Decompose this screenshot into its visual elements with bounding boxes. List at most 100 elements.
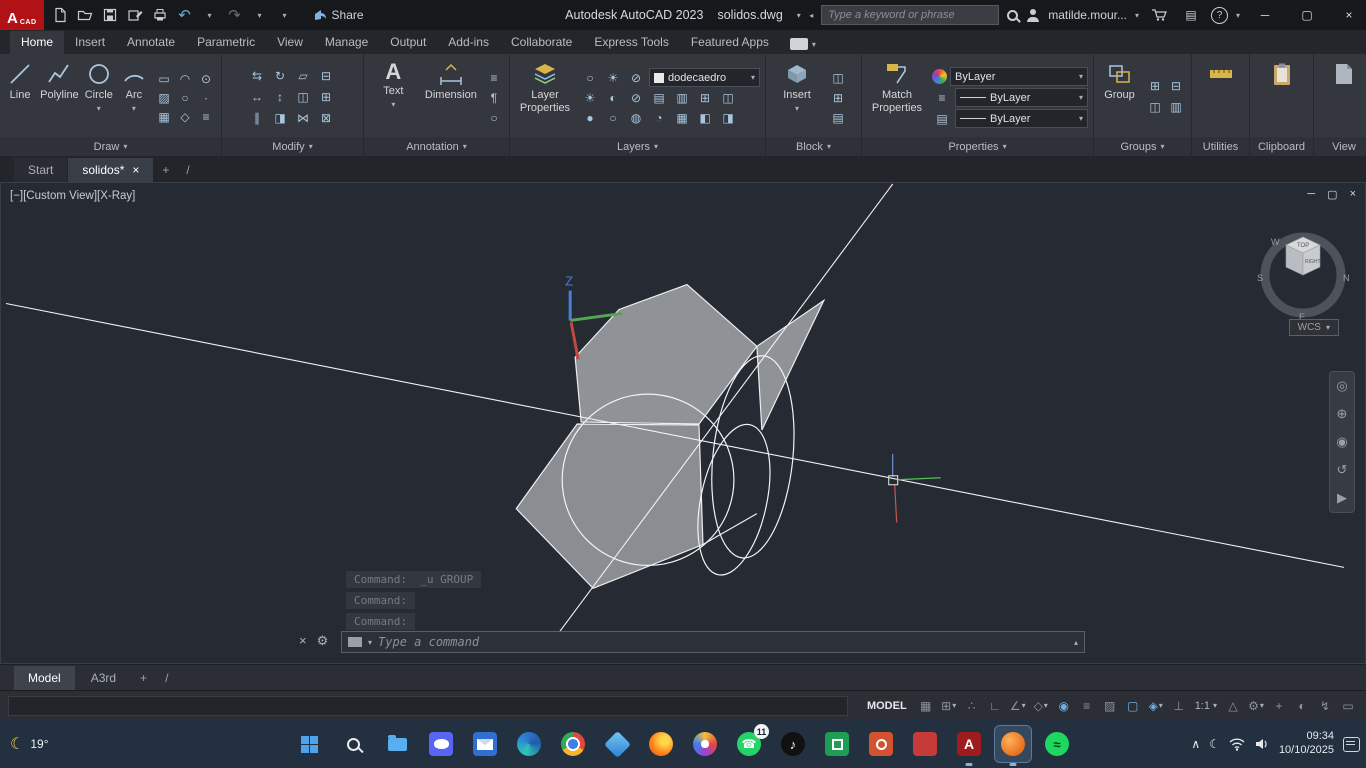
- block-edit-icon[interactable]: ◫: [828, 69, 848, 87]
- taskbar-search-button[interactable]: [335, 726, 371, 762]
- showmotion-icon[interactable]: ▶: [1337, 490, 1347, 506]
- layer-tool-icon[interactable]: ⊘: [626, 89, 646, 107]
- viewport-controls-label[interactable]: [−][Custom View][X-Ray]: [10, 190, 135, 202]
- wcs-dropdown[interactable]: WCS ▾: [1289, 319, 1339, 336]
- new-file-button[interactable]: [48, 3, 72, 27]
- tab-addins[interactable]: Add-ins: [437, 31, 500, 54]
- array-tool-icon[interactable]: ⋈: [293, 109, 313, 127]
- ortho-toggle-icon[interactable]: ∟: [985, 696, 1005, 716]
- layer-tool-icon[interactable]: ○: [603, 109, 623, 127]
- ellipse-arc-tool-icon[interactable]: ◠: [175, 70, 195, 88]
- file-tab-start[interactable]: Start: [14, 158, 67, 182]
- undo-dropdown-icon[interactable]: ▾: [198, 3, 222, 27]
- app-orange-button[interactable]: [863, 726, 899, 762]
- modify-panel-label[interactable]: Modify ▾: [222, 137, 363, 156]
- group-manager-icon[interactable]: ▥: [1166, 98, 1186, 116]
- tab-parametric[interactable]: Parametric: [186, 31, 266, 54]
- minimize-button[interactable]: ─: [1248, 0, 1282, 30]
- focus-assist-icon[interactable]: ☾: [1209, 737, 1220, 751]
- copy-tool-icon[interactable]: ↔: [247, 88, 267, 106]
- text-button[interactable]: A Text ▾: [369, 58, 418, 137]
- file-tab-overflow-icon[interactable]: /: [178, 158, 197, 182]
- dimension-button[interactable]: Dimension: [423, 58, 479, 137]
- offset-tool-icon[interactable]: ⊠: [316, 109, 336, 127]
- wrench-icon[interactable]: ⚙: [317, 633, 329, 649]
- layer-tool-icon[interactable]: ●: [580, 109, 600, 127]
- edge-button[interactable]: [511, 726, 547, 762]
- ungroup-icon[interactable]: ⊞: [1145, 77, 1165, 95]
- viewport-close-icon[interactable]: ×: [1350, 188, 1356, 201]
- lineweight-display-icon[interactable]: ≡: [1077, 696, 1097, 716]
- viewport-minimize-icon[interactable]: ─: [1307, 188, 1315, 201]
- redo-button[interactable]: ↷: [223, 3, 247, 27]
- tab-model[interactable]: Model: [14, 666, 75, 690]
- layers-panel-label[interactable]: Layers ▾: [510, 137, 765, 156]
- layer-lock-icon[interactable]: ⊘: [626, 69, 646, 87]
- isodraft-icon[interactable]: ◇▾: [1031, 696, 1051, 716]
- layer-tool-icon[interactable]: ⊞: [695, 89, 715, 107]
- arc-button[interactable]: Arc ▾: [119, 58, 149, 137]
- infer-constraints-icon[interactable]: ∴: [962, 696, 982, 716]
- tab-express-tools[interactable]: Express Tools: [583, 31, 679, 54]
- object-snap-icon[interactable]: ◉: [1054, 696, 1074, 716]
- group-edit-icon[interactable]: ⊟: [1166, 77, 1186, 95]
- layer-tool-icon[interactable]: ▥: [672, 89, 692, 107]
- viewport-restore-icon[interactable]: ▢: [1327, 188, 1337, 201]
- open-file-button[interactable]: [73, 3, 97, 27]
- zoom-icon[interactable]: ◉: [1336, 434, 1347, 450]
- qat-customize-icon[interactable]: ▾: [273, 3, 297, 27]
- tab-insert[interactable]: Insert: [64, 31, 116, 54]
- utilities-panel-label[interactable]: Utilities: [1192, 137, 1249, 156]
- tab-featured-apps[interactable]: Featured Apps: [680, 31, 780, 54]
- block-create-icon[interactable]: ⊞: [828, 89, 848, 107]
- help-dropdown-icon[interactable]: ▾: [1236, 11, 1240, 20]
- app-green-button[interactable]: [819, 726, 855, 762]
- line-button[interactable]: Line: [5, 58, 35, 137]
- graphics-performance-icon[interactable]: ↯: [1315, 696, 1335, 716]
- annotation-extra-icon[interactable]: ○: [484, 109, 504, 127]
- isolate-objects-icon[interactable]: ◐: [1292, 696, 1312, 716]
- chrome-button[interactable]: [555, 726, 591, 762]
- command-recent-icon[interactable]: ▾: [368, 638, 372, 647]
- user-avatar-icon[interactable]: [1026, 9, 1040, 22]
- maximize-button[interactable]: ▢: [1290, 0, 1324, 30]
- layout-overflow-icon[interactable]: /: [157, 666, 176, 690]
- gradient-tool-icon[interactable]: ▦: [154, 108, 174, 126]
- tab-output[interactable]: Output: [379, 31, 437, 54]
- annotation-visibility-icon[interactable]: △: [1223, 696, 1243, 716]
- layer-tool-icon[interactable]: ◨: [718, 109, 738, 127]
- selection-cycling-icon[interactable]: ▢: [1123, 696, 1143, 716]
- block-attributes-icon[interactable]: ▤: [828, 109, 848, 127]
- clean-screen-icon[interactable]: ▭: [1338, 696, 1358, 716]
- active-app-button[interactable]: [995, 726, 1031, 762]
- layer-tool-icon[interactable]: ☀: [580, 89, 600, 107]
- weather-widget[interactable]: ☾ 19°: [10, 734, 49, 754]
- paste-button[interactable]: [1256, 58, 1308, 137]
- layer-tool-icon[interactable]: ◫: [718, 89, 738, 107]
- browser-button[interactable]: [687, 726, 723, 762]
- whatsapp-button[interactable]: ☎ 11: [731, 726, 767, 762]
- layer-tool-icon[interactable]: ▦: [672, 109, 692, 127]
- hatch-tool-icon[interactable]: ▨: [154, 89, 174, 107]
- pan-icon[interactable]: ⊕: [1337, 406, 1348, 422]
- tab-home[interactable]: Home: [10, 31, 64, 54]
- notification-center-icon[interactable]: [1343, 737, 1360, 752]
- table-tool-icon[interactable]: ¶: [484, 89, 504, 107]
- orbit-icon[interactable]: ↺: [1337, 462, 1348, 478]
- view-panel-label[interactable]: View: [1314, 137, 1366, 156]
- layer-properties-button[interactable]: Layer Properties: [515, 58, 575, 137]
- polygon-tool-icon[interactable]: ◇: [175, 108, 195, 126]
- block-panel-label[interactable]: Block ▾: [766, 137, 861, 156]
- workspace-switching-icon[interactable]: ⚙▾: [1246, 696, 1266, 716]
- ribbon-minimize-control[interactable]: ▾: [790, 38, 816, 50]
- view-button[interactable]: [1319, 58, 1366, 137]
- rotate-tool-icon[interactable]: ↻: [270, 67, 290, 85]
- autocad-logo[interactable]: A CAD: [0, 0, 44, 30]
- layer-tool-icon[interactable]: ◔: [649, 109, 669, 127]
- properties-panel-label[interactable]: Properties ▾: [862, 137, 1093, 156]
- spotify-button[interactable]: ≈: [1039, 726, 1075, 762]
- fillet-tool-icon[interactable]: ◫: [293, 88, 313, 106]
- polyline-button[interactable]: Polyline: [40, 58, 79, 137]
- point-tool-icon[interactable]: ∙: [196, 89, 216, 107]
- search-icon[interactable]: [1007, 10, 1018, 21]
